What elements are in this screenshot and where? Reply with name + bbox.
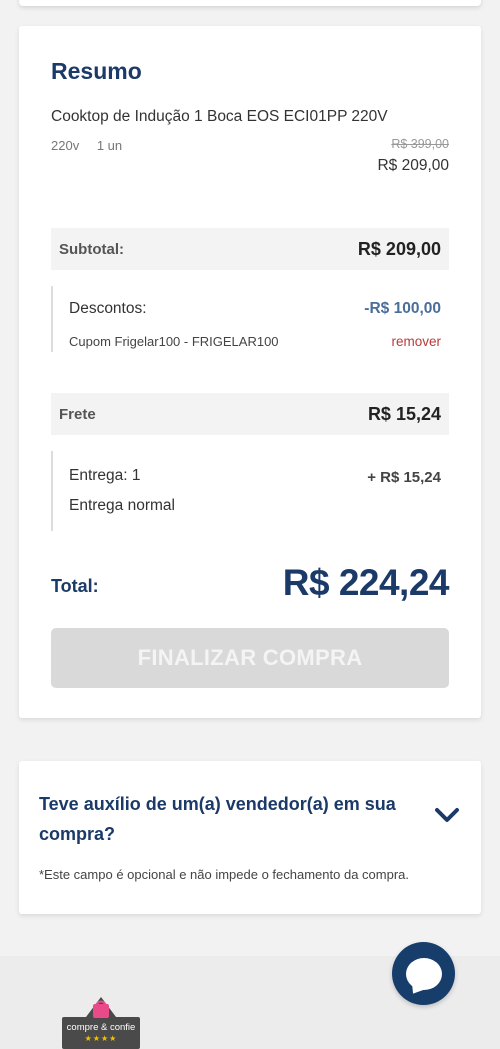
discount-value: -R$ 100,00 bbox=[364, 300, 441, 317]
subtotal-label: Subtotal: bbox=[59, 240, 124, 258]
finalize-purchase-button[interactable]: FINALIZAR COMPRA bbox=[51, 628, 449, 688]
product-price: R$ 209,00 bbox=[377, 157, 449, 174]
chat-button[interactable] bbox=[392, 942, 455, 1005]
summary-card: Resumo Cooktop de Indução 1 Boca EOS ECI… bbox=[19, 26, 481, 718]
discount-details: Descontos: -R$ 100,00 Cupom Frigelar100 … bbox=[51, 286, 449, 352]
delivery-details: Entrega: 1 + R$ 15,24 Entrega normal bbox=[51, 451, 449, 531]
chat-icon bbox=[405, 957, 442, 990]
delivery-label: Entrega: 1 bbox=[69, 467, 141, 484]
frete-label: Frete bbox=[59, 405, 96, 423]
subtotal-row: Subtotal: R$ 209,00 bbox=[51, 228, 449, 270]
discount-label: Descontos: bbox=[69, 300, 147, 317]
subtotal-value: R$ 209,00 bbox=[357, 238, 441, 259]
chevron-down-icon[interactable] bbox=[433, 803, 461, 827]
frete-value: R$ 15,24 bbox=[367, 403, 441, 424]
delivery-value: + R$ 15,24 bbox=[367, 469, 441, 486]
badge-stars: ★★★★ bbox=[84, 1034, 118, 1043]
product-voltage: 220v bbox=[51, 138, 80, 153]
total-value: R$ 224,24 bbox=[282, 562, 450, 603]
frete-row: Frete R$ 15,24 bbox=[51, 393, 449, 435]
product-meta: 220v 1 un bbox=[51, 138, 122, 153]
summary-title: Resumo bbox=[51, 58, 142, 84]
total-label: Total: bbox=[51, 576, 99, 596]
badge-text: compre & confie bbox=[66, 1022, 136, 1033]
seller-assistance-card[interactable]: Teve auxílio de um(a) vendedor(a) em sua… bbox=[19, 761, 481, 914]
product-quantity: 1 un bbox=[96, 138, 123, 153]
product-name: Cooktop de Indução 1 Boca EOS ECI01PP 22… bbox=[51, 108, 388, 125]
compre-confie-badge[interactable]: compre & confie ★★★★ bbox=[60, 995, 142, 1049]
product-old-price: R$ 399,00 bbox=[391, 137, 449, 151]
previous-card-edge bbox=[19, 0, 481, 6]
coupon-label: Cupom Frigelar100 - FRIGELAR100 bbox=[69, 334, 279, 349]
seller-question: Teve auxílio de um(a) vendedor(a) em sua… bbox=[39, 794, 396, 844]
delivery-type: Entrega normal bbox=[69, 497, 175, 514]
remove-coupon-link[interactable]: remover bbox=[391, 334, 441, 349]
seller-note: *Este campo é opcional e não impede o fe… bbox=[39, 867, 410, 882]
